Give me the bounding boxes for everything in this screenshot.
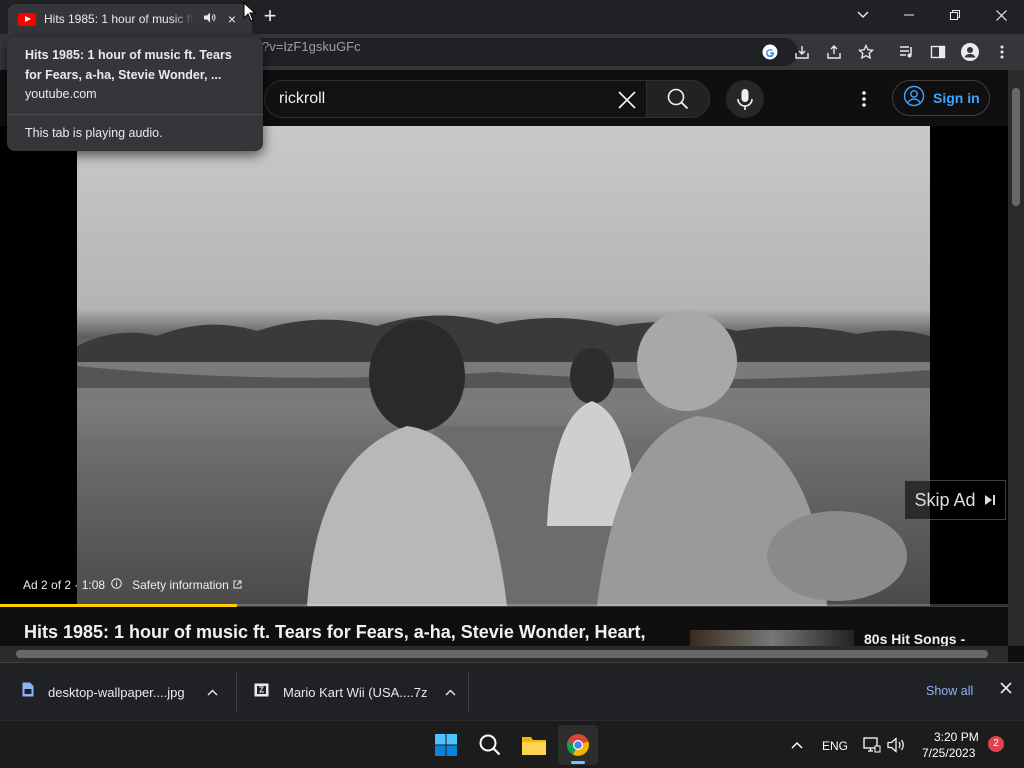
volume-icon[interactable] xyxy=(884,725,908,765)
skip-next-icon xyxy=(984,490,996,511)
downloads-bar: desktop-wallpaper....jpg Mario Kart Wii … xyxy=(0,662,1024,720)
video-scene-image xyxy=(77,311,930,606)
video-frame[interactable] xyxy=(77,126,930,606)
safety-information-link[interactable]: Safety information xyxy=(132,578,229,592)
horizontal-scrollbar[interactable] xyxy=(0,646,1008,662)
windows-start-icon[interactable] xyxy=(426,725,466,765)
screen: Hits 1985: 1 hour of music ft. Tears for… xyxy=(0,0,1024,768)
minimize-icon[interactable] xyxy=(886,0,932,30)
close-window-icon[interactable] xyxy=(978,0,1024,30)
download-item[interactable]: Mario Kart Wii (USA....7z xyxy=(254,663,456,721)
clock-date[interactable]: 7/25/2023 xyxy=(922,746,975,760)
clear-search-icon[interactable] xyxy=(612,85,642,115)
hover-card-domain: youtube.com xyxy=(25,87,97,101)
recommended-title[interactable]: 80s Hit Songs - xyxy=(864,631,965,647)
hover-card-audio-status: This tab is playing audio. xyxy=(25,126,163,140)
sign-in-button[interactable]: Sign in xyxy=(892,80,990,116)
info-icon[interactable] xyxy=(111,578,122,592)
media-controls-icon[interactable] xyxy=(896,42,916,62)
recommended-thumbnail[interactable] xyxy=(690,630,854,646)
search-input[interactable]: rickroll xyxy=(264,80,646,118)
google-lens-icon[interactable] xyxy=(760,42,780,62)
share-icon[interactable] xyxy=(824,42,844,62)
ad-counter-label: Ad 2 of 2 · 1:08 xyxy=(23,578,106,592)
download-filename: desktop-wallpaper....jpg xyxy=(48,684,185,700)
ad-progress-bar[interactable] xyxy=(0,604,1008,607)
chevron-up-icon[interactable] xyxy=(445,683,456,701)
tab-title: Hits 1985: 1 hour of music ft. Tears for… xyxy=(44,12,194,26)
ad-progress-fill xyxy=(0,604,237,607)
taskbar-search-icon[interactable] xyxy=(470,725,510,765)
search-button[interactable] xyxy=(646,80,710,118)
windows-taskbar: ENG 3:20 PM 7/25/2023 xyxy=(0,720,1024,768)
clock-time[interactable]: 3:20 PM xyxy=(934,730,979,744)
search-query-text[interactable]: rickroll xyxy=(279,90,325,108)
download-divider xyxy=(468,671,469,713)
mouse-cursor-icon xyxy=(243,1,257,22)
vertical-scroll-thumb[interactable] xyxy=(1012,88,1020,206)
install-app-icon[interactable] xyxy=(792,42,812,62)
file-explorer-icon[interactable] xyxy=(514,725,554,765)
image-file-icon xyxy=(22,682,34,702)
tab-hover-card: Hits 1985: 1 hour of music ft. Tears for… xyxy=(7,37,263,151)
bookmark-star-icon[interactable] xyxy=(856,42,876,62)
skip-ad-label: Skip Ad xyxy=(914,489,976,510)
download-item[interactable]: desktop-wallpaper....jpg xyxy=(22,663,218,721)
youtube-favicon-icon xyxy=(18,12,36,26)
side-panel-icon[interactable] xyxy=(928,42,948,62)
download-filename: Mario Kart Wii (USA....7z xyxy=(283,684,428,700)
show-hidden-icons-icon[interactable] xyxy=(784,725,810,765)
show-all-downloads-button[interactable]: Show all xyxy=(926,684,973,698)
tab-search-icon[interactable] xyxy=(840,0,886,30)
chevron-up-icon[interactable] xyxy=(207,683,218,701)
browser-tab-active[interactable]: Hits 1985: 1 hour of music ft. Tears for… xyxy=(8,4,252,34)
archive-file-icon xyxy=(254,683,269,702)
sign-in-label: Sign in xyxy=(933,90,980,106)
more-options-icon[interactable] xyxy=(852,84,876,114)
ad-info: Ad 2 of 2 · 1:08 Safety information xyxy=(23,578,242,592)
new-tab-button[interactable]: + xyxy=(258,5,282,29)
vertical-scrollbar[interactable] xyxy=(1008,70,1024,646)
profile-icon[interactable] xyxy=(960,42,980,62)
video-player[interactable]: Ad 2 of 2 · 1:08 Safety information Skip… xyxy=(0,126,1008,607)
voice-search-button[interactable] xyxy=(726,80,764,118)
browser-title-bar: Hits 1985: 1 hour of music ft. Tears for… xyxy=(0,0,1024,34)
tab-close-icon[interactable]: × xyxy=(224,11,240,27)
skip-ad-button[interactable]: Skip Ad xyxy=(904,480,1006,520)
close-downloads-icon[interactable] xyxy=(996,681,1016,701)
speaker-icon[interactable] xyxy=(202,12,218,26)
account-circle-icon xyxy=(903,85,925,112)
network-icon[interactable] xyxy=(860,725,884,765)
external-link-icon xyxy=(233,578,242,592)
hover-card-divider xyxy=(7,114,263,115)
browser-menu-icon[interactable] xyxy=(992,42,1012,62)
notification-badge[interactable]: 2 xyxy=(988,736,1004,752)
chrome-icon[interactable] xyxy=(558,725,598,765)
hover-card-title: Hits 1985: 1 hour of music ft. Tears for… xyxy=(25,48,232,82)
language-indicator[interactable]: ENG xyxy=(822,739,848,753)
restore-icon[interactable] xyxy=(932,0,978,30)
video-title: Hits 1985: 1 hour of music ft. Tears for… xyxy=(24,622,646,642)
horizontal-scroll-thumb[interactable] xyxy=(16,650,988,658)
download-divider xyxy=(236,671,237,713)
address-url[interactable]: ?v=IzF1gskuGFc xyxy=(262,39,361,54)
